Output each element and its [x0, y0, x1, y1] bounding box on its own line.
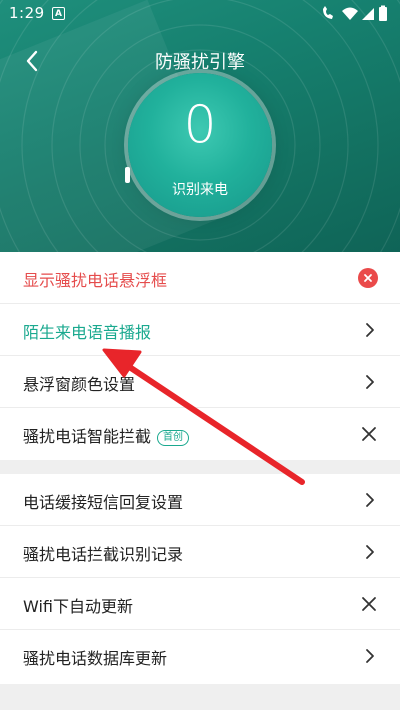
- row-show-floating-window[interactable]: 显示骚扰电话悬浮框: [0, 252, 400, 304]
- settings-group-primary: 显示骚扰电话悬浮框 陌生来电语音播报 悬浮窗颜色设置 骚扰电话智能拦截 首创: [0, 252, 400, 460]
- call-count-dial: 0 识别来电: [125, 73, 272, 217]
- row-sms-reply[interactable]: 电话缓接短信回复设置: [0, 474, 400, 526]
- row-stranger-call-voice[interactable]: 陌生来电语音播报: [0, 304, 400, 356]
- notification-icon: A: [52, 7, 65, 20]
- x-toggle-icon[interactable]: [360, 595, 378, 613]
- chevron-right-icon: [366, 375, 374, 389]
- status-bar: 1:29 A: [0, 0, 400, 28]
- chevron-right-icon: [366, 493, 374, 507]
- identified-call-count: 0: [183, 95, 217, 155]
- status-time: 1:29: [9, 4, 45, 22]
- battery-icon: [379, 7, 387, 21]
- row-label: 电话缓接短信回复设置: [23, 493, 184, 512]
- chevron-right-icon: [366, 649, 374, 663]
- wifi-icon: [342, 7, 358, 20]
- identified-call-label: 识别来电: [172, 182, 228, 198]
- page-title: 防骚扰引擎: [155, 52, 245, 73]
- row-smart-block[interactable]: 骚扰电话智能拦截 首创: [0, 408, 400, 460]
- status-icons: [323, 5, 387, 21]
- x-toggle-icon[interactable]: [360, 425, 378, 443]
- header-banner: 1:29 A 防骚扰引擎 0 识别来电: [0, 0, 400, 252]
- close-circle-icon[interactable]: [358, 268, 378, 288]
- chevron-right-icon: [366, 545, 374, 559]
- row-database-update[interactable]: 骚扰电话数据库更新: [0, 630, 400, 682]
- call-wifi-icon: [323, 6, 333, 19]
- row-label: 陌生来电语音播报: [23, 323, 152, 342]
- row-label-text: 骚扰电话智能拦截: [23, 427, 152, 446]
- row-floating-color[interactable]: 悬浮窗颜色设置: [0, 356, 400, 408]
- row-block-records[interactable]: 骚扰电话拦截识别记录: [0, 526, 400, 578]
- first-badge: 首创: [157, 430, 190, 446]
- settings-group-secondary: 电话缓接短信回复设置 骚扰电话拦截识别记录 Wifi下自动更新 骚扰电话数据库更…: [0, 474, 400, 684]
- row-wifi-auto-update[interactable]: Wifi下自动更新: [0, 578, 400, 630]
- row-label: 显示骚扰电话悬浮框: [23, 271, 168, 290]
- row-label: 骚扰电话数据库更新: [23, 649, 168, 668]
- row-label: Wifi下自动更新: [23, 597, 133, 616]
- chevron-right-icon: [366, 323, 374, 337]
- row-label: 骚扰电话智能拦截 首创: [23, 423, 190, 447]
- row-label: 骚扰电话拦截识别记录: [23, 545, 184, 564]
- row-label: 悬浮窗颜色设置: [23, 375, 136, 394]
- signal-icon: [362, 8, 374, 20]
